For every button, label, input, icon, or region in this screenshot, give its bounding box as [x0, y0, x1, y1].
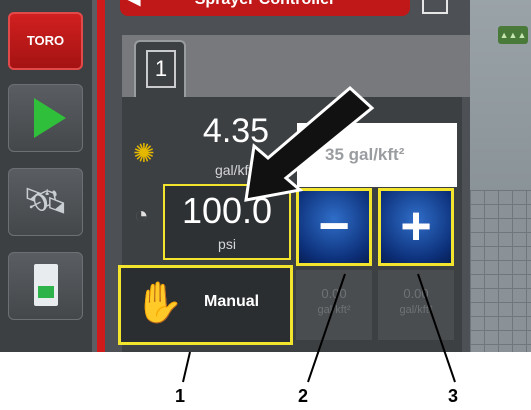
background-grid — [470, 190, 531, 352]
back-arrow-icon[interactable]: ◀ — [128, 0, 140, 10]
document-button[interactable] — [8, 252, 83, 320]
display-screen: ▲▲▲ TORO 🛰 ◀ Sprayer Controller 1 ✺ 4.35… — [0, 0, 531, 352]
satellite-icon: 🛰 — [22, 180, 69, 221]
window-title-bar: ◀ Sprayer Controller — [120, 0, 410, 16]
decrease-button[interactable]: − — [296, 188, 372, 266]
increase-button[interactable]: + — [378, 188, 454, 266]
sidebar: TORO 🛰 — [0, 0, 92, 352]
hand-icon: ✋ — [134, 281, 184, 325]
pressure-value: 100.0 — [181, 190, 273, 231]
pressure-gauge-icon: ◔ — [134, 202, 149, 229]
callout-label-3: 3 — [448, 386, 459, 406]
spray-rate-icon: ✺ — [133, 138, 155, 168]
target-rate-field[interactable]: 35 gal/kft² — [297, 123, 457, 187]
plus-icon: + — [400, 196, 432, 256]
tab-label: 1 — [146, 50, 176, 88]
preset-value: 0.00 — [321, 286, 347, 301]
callout-label-1: 1 — [175, 386, 186, 406]
play-button[interactable] — [8, 84, 83, 152]
satellite-button[interactable]: 🛰 — [8, 168, 83, 236]
document-icon — [34, 264, 58, 306]
tab-1[interactable]: 1 — [134, 40, 186, 100]
pressure-readout: 100.0 psi — [163, 184, 291, 260]
minimize-icon[interactable] — [422, 0, 448, 14]
window-title: Sprayer Controller — [195, 0, 335, 8]
callout-label-2: 2 — [298, 386, 309, 406]
pressure-unit: psi — [218, 236, 236, 252]
toro-logo-button[interactable]: TORO — [8, 12, 83, 70]
manual-label: Manual — [204, 293, 260, 310]
preset-unit: gal/kft² — [317, 304, 351, 316]
manual-mode-button[interactable]: ✋ Manual — [118, 265, 293, 345]
play-icon — [34, 98, 66, 138]
application-rate-unit: gal/kft² — [214, 162, 257, 178]
application-rate-value: 4.35 — [202, 112, 270, 150]
red-divider — [97, 0, 105, 352]
status-icon: ▲▲▲ — [498, 26, 528, 44]
preset-unit: gal/kft² — [399, 304, 433, 316]
preset-value: 0.00 — [403, 286, 429, 301]
minus-icon: − — [318, 196, 350, 256]
preset-rate-button-2[interactable]: 0.00 gal/kft² — [378, 270, 454, 340]
preset-rate-button-1[interactable]: 0.00 gal/kft² — [296, 270, 372, 340]
